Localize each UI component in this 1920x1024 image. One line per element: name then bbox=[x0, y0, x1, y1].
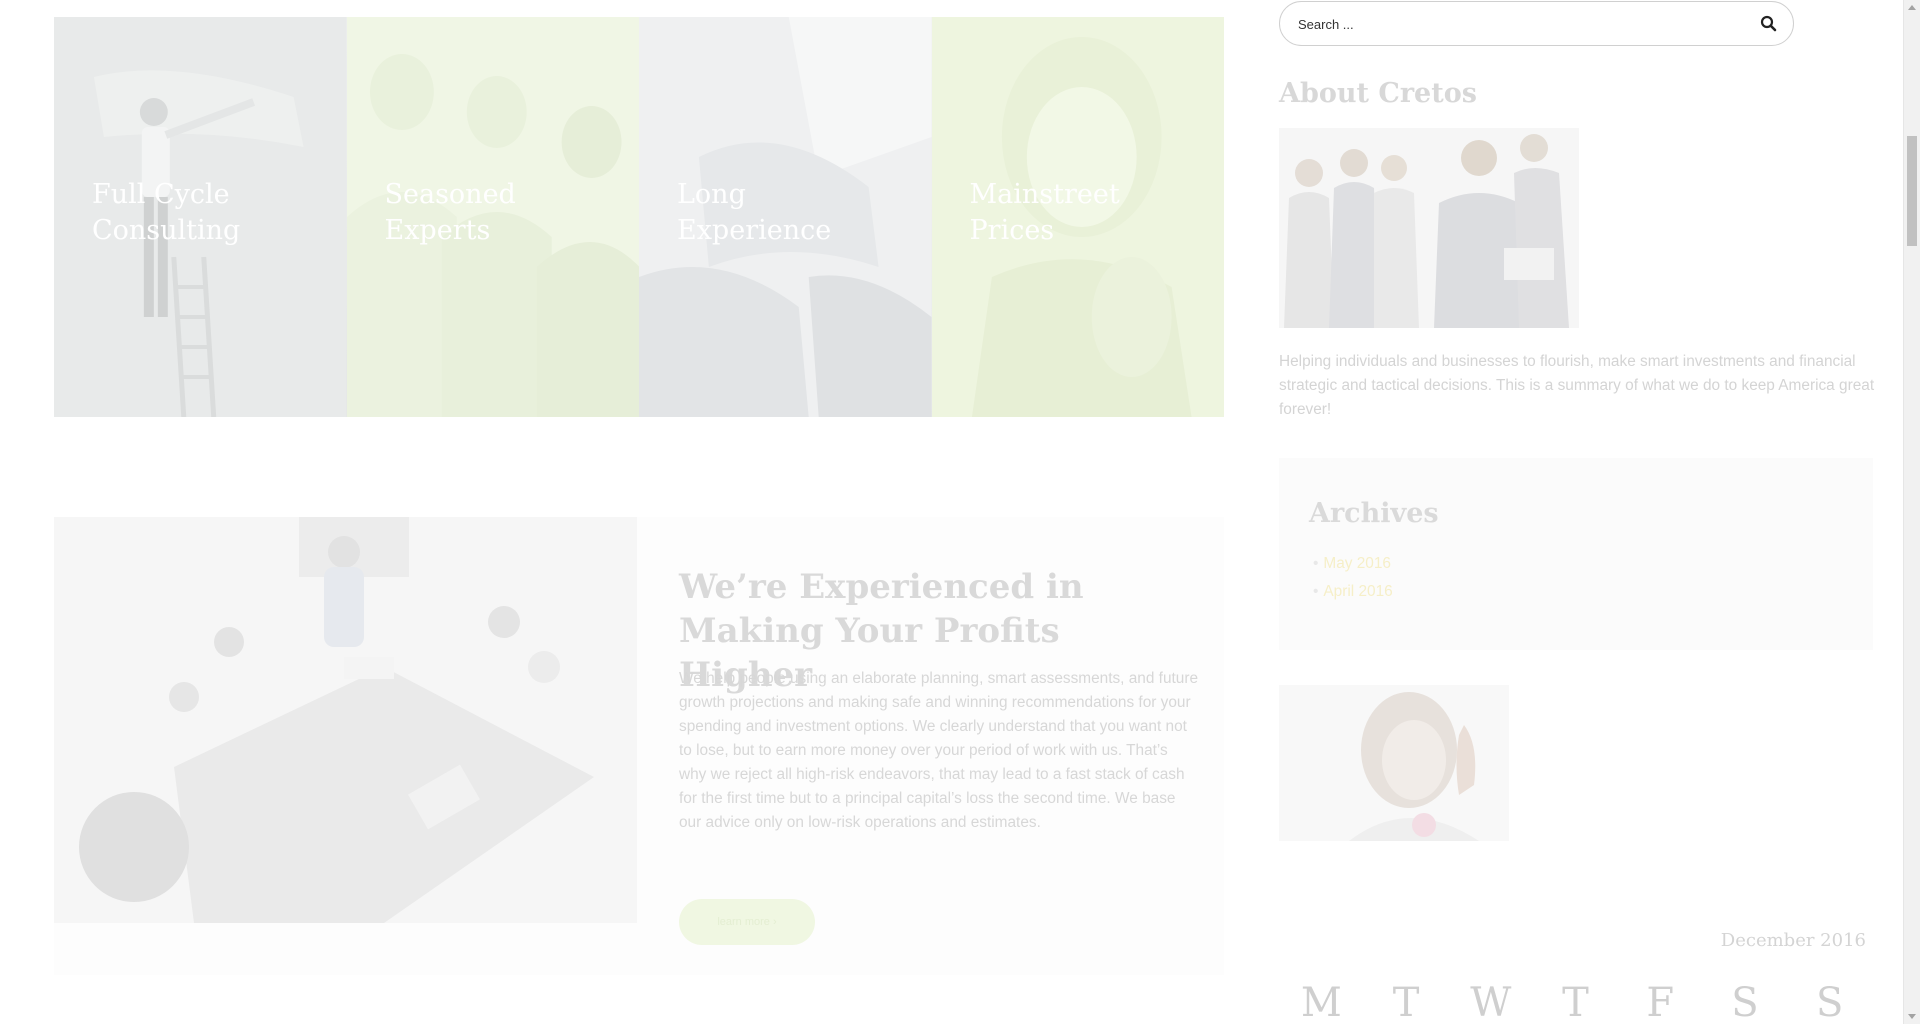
meeting-photo bbox=[54, 517, 637, 923]
smiling-woman-ok-image bbox=[1279, 685, 1509, 841]
bullet-icon: • bbox=[1313, 555, 1319, 572]
calendar-weekday-header: M T W T F S S bbox=[1279, 978, 1872, 1024]
calendar-caption: December 2016 bbox=[1720, 930, 1866, 951]
weekday-wednesday: W bbox=[1470, 980, 1512, 1024]
weekday-tuesday: T bbox=[1392, 980, 1420, 1024]
about-team-photo bbox=[1279, 128, 1579, 328]
archive-item: • May 2016 bbox=[1313, 550, 1393, 578]
weekday-friday: F bbox=[1646, 980, 1675, 1024]
feature-title: Long Experience bbox=[677, 179, 832, 246]
feature-title: Mainstreet Prices bbox=[969, 179, 1120, 246]
search-button[interactable] bbox=[1759, 14, 1779, 34]
archive-link-may-2016[interactable]: May 2016 bbox=[1323, 555, 1391, 572]
business-team-image bbox=[1279, 128, 1579, 328]
meeting-table-image bbox=[54, 517, 637, 923]
section-text: We help people using an elaborate planni… bbox=[679, 670, 1199, 831]
feature-tile-seasoned-experts[interactable]: Seasoned Experts bbox=[346, 17, 639, 417]
search-icon bbox=[1760, 15, 1777, 32]
feature-tile-full-cycle-consulting[interactable]: Full Cycle Consulting bbox=[54, 17, 347, 417]
weekday-sunday: S bbox=[1815, 980, 1844, 1024]
page-scrollbar[interactable] bbox=[1903, 0, 1920, 1024]
learn-more-button[interactable]: learn more › bbox=[679, 899, 815, 945]
archives-title: Archives bbox=[1309, 498, 1439, 529]
feature-tile-mainstreet-prices[interactable]: Mainstreet Prices bbox=[931, 17, 1224, 417]
weekday-saturday: S bbox=[1731, 980, 1759, 1024]
archives-widget: Archives • May 2016 • April 2016 bbox=[1279, 458, 1873, 650]
feature-title: Seasoned Experts bbox=[384, 179, 516, 246]
archive-link-april-2016[interactable]: April 2016 bbox=[1323, 583, 1392, 600]
search-input[interactable] bbox=[1298, 12, 1738, 36]
feature-title: Full Cycle Consulting bbox=[92, 179, 241, 246]
about-widget-title: About Cretos bbox=[1279, 78, 1477, 109]
archive-item: • April 2016 bbox=[1313, 578, 1393, 606]
experience-section: We’re Experienced in Making Your Profits… bbox=[54, 517, 1224, 975]
scroll-thumb[interactable] bbox=[1907, 136, 1917, 246]
feature-tile-long-experience[interactable]: Long Experience bbox=[639, 17, 932, 417]
bullet-icon: • bbox=[1313, 583, 1319, 600]
sidebar-banner-photo bbox=[1279, 685, 1509, 841]
scroll-down-arrow-icon[interactable] bbox=[1908, 1014, 1916, 1019]
about-widget-text: Helping individuals and businesses to fl… bbox=[1279, 353, 1875, 418]
scroll-up-arrow-icon[interactable] bbox=[1908, 5, 1916, 10]
weekday-monday: M bbox=[1300, 980, 1342, 1024]
archives-list: • May 2016 • April 2016 bbox=[1313, 550, 1393, 606]
feature-tiles: Full Cycle Consulting Seasoned Experts L… bbox=[54, 17, 1224, 417]
weekday-thursday: T bbox=[1562, 980, 1589, 1024]
search-form bbox=[1279, 1, 1794, 46]
